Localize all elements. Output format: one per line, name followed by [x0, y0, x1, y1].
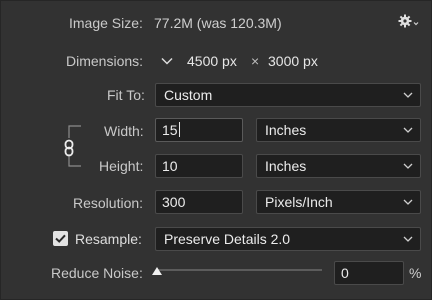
image-size-label: Image Size: — [69, 15, 143, 31]
dimensions-width-value: 4500 px — [187, 53, 237, 69]
chevron-down-icon — [161, 57, 173, 65]
resolution-unit-value: Pixels/Inch — [265, 194, 333, 210]
fit-to-select[interactable]: Custom — [155, 83, 421, 107]
dimensions-height-value: 3000 px — [268, 53, 318, 69]
settings-gear-button[interactable] — [397, 13, 421, 31]
resolution-unit-select[interactable]: Pixels/Inch — [256, 190, 421, 214]
reduce-noise-slider-track[interactable] — [157, 269, 322, 271]
width-input[interactable]: 15 — [155, 118, 243, 142]
reduce-noise-input[interactable]: 0 — [334, 261, 404, 285]
reduce-noise-unit: % — [409, 265, 422, 281]
resolution-value: 300 — [162, 194, 186, 210]
height-unit-value: Inches — [265, 158, 307, 174]
gear-icon — [398, 14, 419, 28]
chevron-down-icon — [403, 127, 413, 133]
image-size-value: 77.2M (was 120.3M) — [154, 15, 282, 31]
resolution-label: Resolution: — [73, 195, 144, 211]
reduce-noise-value: 0 — [341, 265, 349, 281]
chain-link-icon — [64, 139, 74, 157]
fit-to-label: Fit To: — [107, 87, 145, 103]
chevron-down-icon — [403, 236, 413, 242]
chevron-down-icon — [403, 92, 413, 98]
resample-checkbox[interactable] — [53, 231, 68, 246]
image-size-panel: Image Size: 77.2M (was 120.3M) Dimension… — [0, 0, 432, 300]
resample-method-select[interactable]: Preserve Details 2.0 — [155, 227, 421, 251]
height-label: Height: — [99, 158, 144, 174]
width-label: Width: — [104, 123, 144, 139]
resample-label: Resample: — [75, 231, 142, 247]
chevron-down-icon — [403, 199, 413, 205]
slider-thumb-icon — [152, 267, 162, 275]
resample-method-value: Preserve Details 2.0 — [164, 231, 291, 247]
chevron-down-icon — [403, 163, 413, 169]
checkmark-icon — [55, 234, 66, 243]
reduce-noise-label: Reduce Noise: — [51, 265, 143, 281]
height-unit-select[interactable]: Inches — [256, 154, 421, 178]
dimensions-label: Dimensions: — [66, 53, 144, 69]
text-caret — [178, 122, 180, 137]
dimensions-units-toggle[interactable] — [160, 54, 174, 68]
width-value: 15 — [162, 122, 178, 138]
reduce-noise-slider-thumb[interactable] — [151, 263, 163, 275]
dimensions-times-sign: × — [251, 53, 260, 69]
constrain-proportions-toggle[interactable] — [62, 139, 76, 157]
resolution-input[interactable]: 300 — [155, 190, 243, 214]
fit-to-value: Custom — [164, 87, 213, 103]
height-input[interactable]: 10 — [155, 154, 243, 178]
height-value: 10 — [162, 158, 178, 174]
width-unit-value: Inches — [265, 122, 307, 138]
width-unit-select[interactable]: Inches — [256, 118, 421, 142]
